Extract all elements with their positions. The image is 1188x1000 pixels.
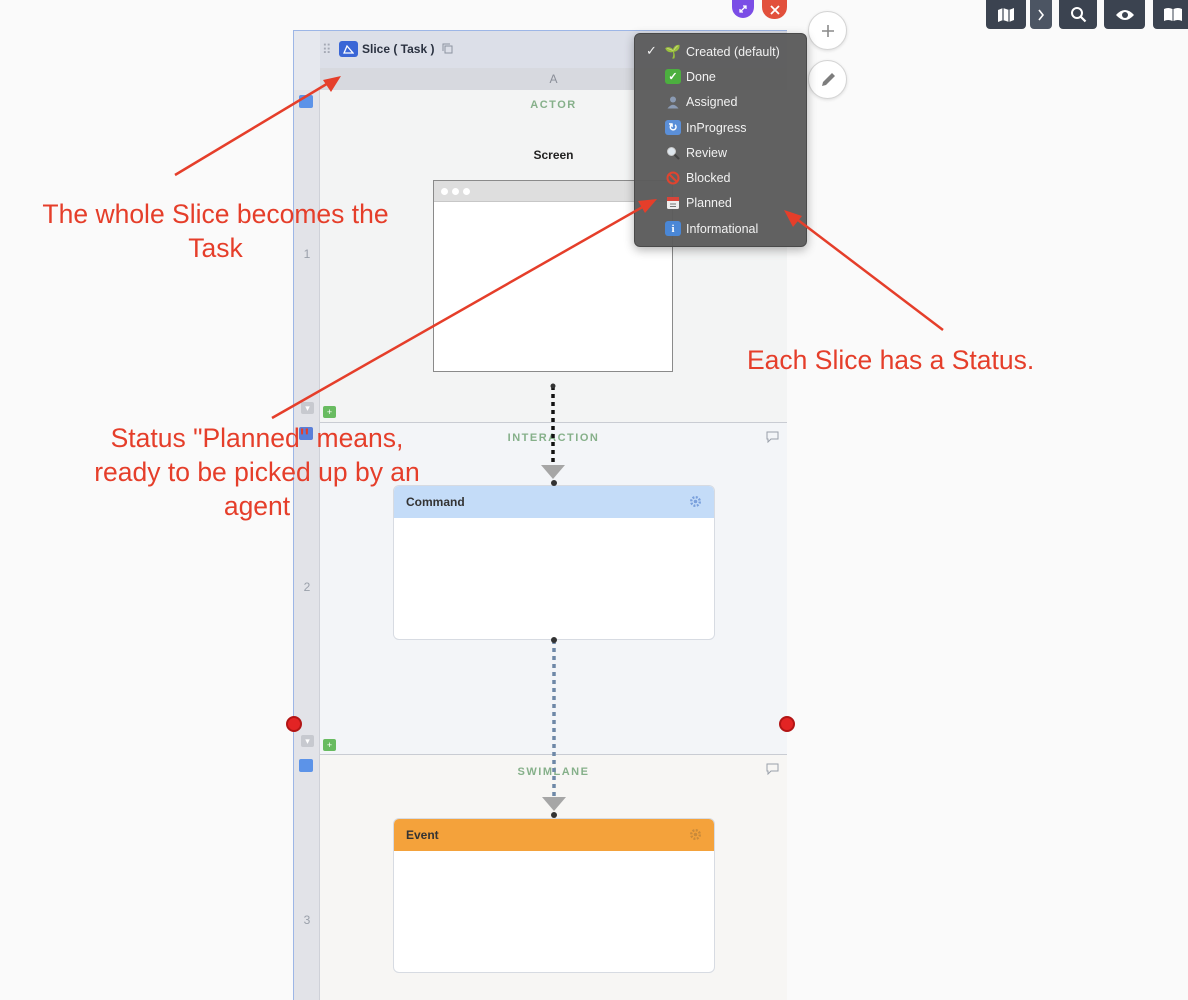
status-option-review[interactable]: Review — [635, 140, 806, 165]
status-option-inprogress[interactable]: ↻ InProgress — [635, 115, 806, 140]
status-option-assigned[interactable]: Assigned — [635, 90, 806, 115]
refresh-icon: ↻ — [665, 120, 681, 136]
pencil-icon — [821, 72, 835, 86]
slice-icon — [343, 44, 354, 54]
book-icon — [1164, 8, 1182, 21]
event-header[interactable]: Event — [394, 819, 714, 851]
command-card[interactable]: Command — [393, 485, 715, 640]
map-button[interactable] — [986, 0, 1026, 29]
status-option-planned[interactable]: Planned — [635, 191, 806, 216]
prohibited-icon — [665, 171, 681, 186]
annotation-status: Each Slice has a Status. — [747, 345, 1035, 375]
status-option-informational[interactable]: i Informational — [635, 216, 806, 241]
gear-icon[interactable] — [689, 828, 702, 841]
resize-handle-right[interactable] — [779, 716, 795, 732]
expand-icon — [739, 5, 747, 13]
add-row-button[interactable]: + — [323, 739, 336, 751]
slice-title[interactable]: Slice ( Task ) — [362, 42, 434, 56]
slice-badge — [339, 41, 358, 57]
row-number: 2 — [303, 580, 311, 594]
status-dropdown-menu[interactable]: ✓ 🌱 Created (default) ✓ Done Assigned ↻ … — [634, 33, 807, 247]
edit-button[interactable] — [808, 60, 847, 99]
close-button[interactable] — [762, 0, 787, 19]
next-button[interactable] — [1030, 0, 1052, 29]
docs-button[interactable] — [1153, 0, 1188, 29]
arrow-to-status-menu — [784, 210, 944, 331]
comment-icon[interactable] — [766, 431, 779, 443]
chevron-right-icon — [1038, 9, 1045, 20]
info-icon: i — [665, 221, 681, 237]
add-button[interactable] — [808, 11, 847, 50]
copy-icon[interactable] — [442, 43, 453, 54]
annotation-planned: Status "Planned" means, ready to be pick… — [94, 423, 420, 521]
window-dot — [452, 187, 459, 195]
status-option-created[interactable]: ✓ 🌱 Created (default) — [635, 39, 806, 64]
search-icon — [1070, 7, 1086, 23]
map-icon — [998, 7, 1014, 22]
command-header[interactable]: Command — [394, 486, 714, 518]
lane-edit-tag[interactable] — [299, 759, 313, 772]
checkmark-icon: ✓ — [646, 43, 657, 58]
event-title: Event — [406, 828, 439, 842]
eye-icon — [1115, 9, 1134, 20]
swimlane-lane[interactable]: SWIMLANE Event — [320, 754, 787, 1000]
lane-down-button[interactable]: ▾ — [301, 735, 314, 747]
lane-title: SWIMLANE — [517, 766, 590, 778]
close-icon — [769, 4, 780, 15]
person-icon — [665, 95, 681, 110]
annotation-task: The whole Slice becomes the Task — [42, 199, 389, 263]
gear-icon[interactable] — [689, 495, 702, 508]
calendar-icon — [665, 196, 681, 211]
event-card[interactable]: Event — [393, 818, 715, 973]
status-option-done[interactable]: ✓ Done — [635, 64, 806, 89]
expand-button[interactable] — [732, 0, 754, 18]
view-button[interactable] — [1104, 0, 1145, 29]
resize-handle-left[interactable] — [286, 716, 302, 732]
add-row-button[interactable]: + — [323, 406, 336, 418]
lane-edit-tag[interactable] — [299, 95, 313, 108]
comment-icon[interactable] — [766, 763, 779, 775]
window-dot — [441, 187, 448, 195]
window-dot — [463, 187, 470, 195]
plus-icon — [821, 24, 834, 37]
status-option-blocked[interactable]: Blocked — [635, 165, 806, 190]
magnifier-icon — [665, 145, 681, 160]
drag-handle-icon[interactable]: ⠿ — [322, 42, 331, 58]
row-number: 3 — [303, 913, 311, 927]
check-box-icon: ✓ — [665, 69, 681, 85]
search-button[interactable] — [1059, 0, 1097, 29]
seedling-icon: 🌱 — [664, 43, 682, 59]
lane-down-button[interactable]: ▾ — [301, 402, 314, 414]
